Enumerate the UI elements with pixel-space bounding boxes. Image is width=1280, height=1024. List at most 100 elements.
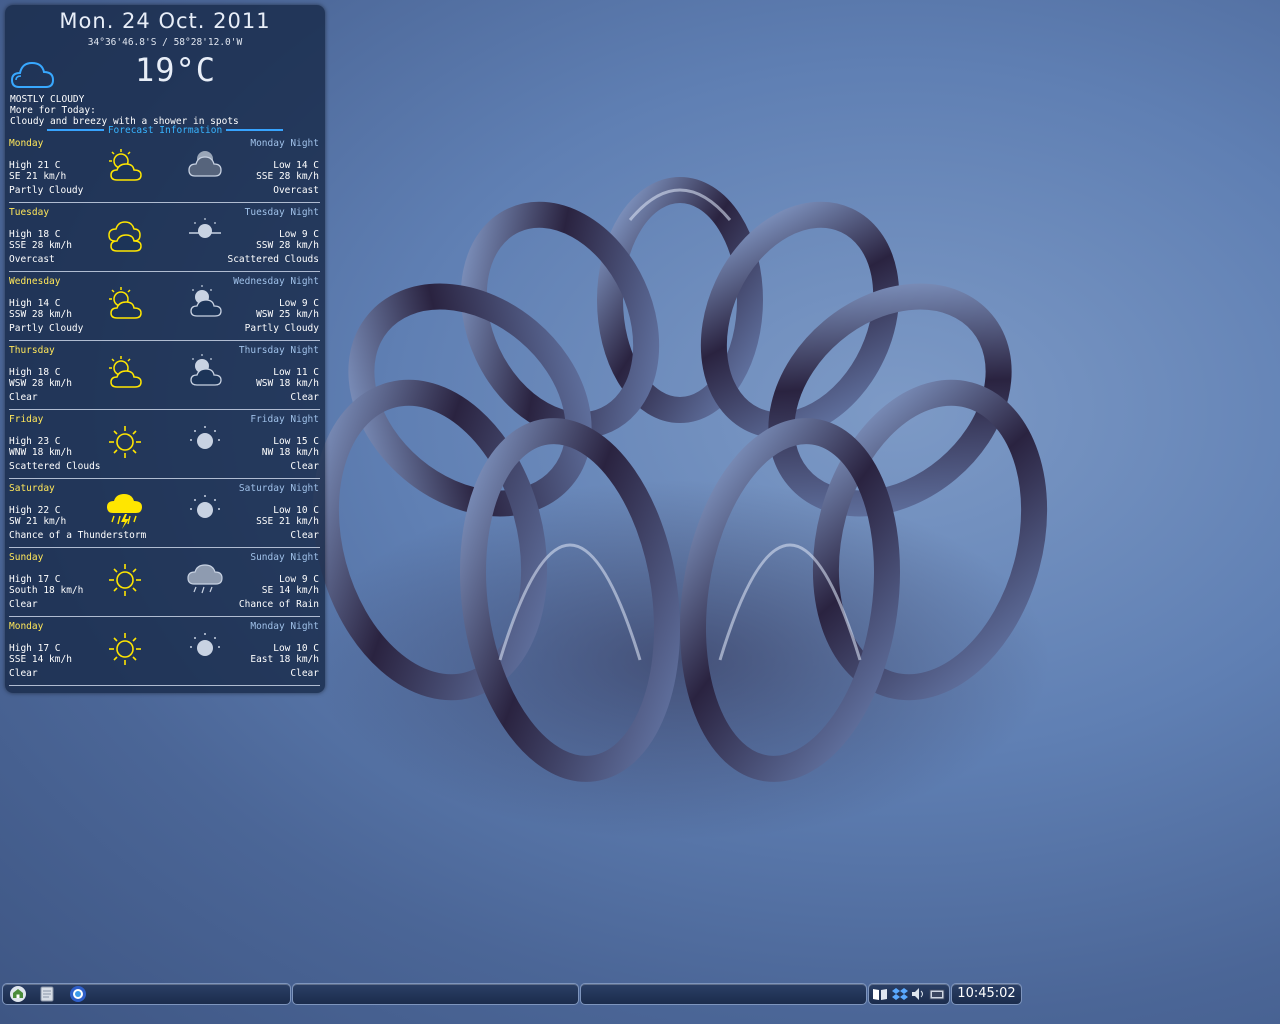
night-low: Low 10 C: [273, 505, 319, 516]
night-low: Low 9 C: [278, 298, 319, 309]
day-wind: WSW 28 km/h: [9, 378, 72, 389]
forecast-day: Tuesday Tuesday Night High 18 C SSE 28 km/h…: [5, 203, 325, 272]
dropbox-icon[interactable]: [892, 986, 908, 1002]
night-partly-cloudy-icon: [185, 351, 225, 391]
forecast-day: Monday Monday Night High 21 C SE 21 km/h Par…: [5, 134, 325, 203]
day-high: High 21 C: [9, 160, 61, 171]
day-name: Saturday: [9, 483, 55, 494]
night-wind: SSW 28 km/h: [256, 240, 319, 251]
night-condition: Clear: [290, 530, 319, 541]
date-heading: Mon. 24 Oct. 2011: [59, 9, 271, 33]
forecast-day: Saturday Saturday Night High 22 C SW 21 km/…: [5, 479, 325, 548]
night-name: Monday Night: [250, 621, 319, 632]
network-icon[interactable]: [929, 986, 945, 1002]
night-condition: Chance of Rain: [238, 599, 319, 610]
forecast-day: Friday Friday Night High 23 C WNW 18 km/h Sc…: [5, 410, 325, 479]
night-wind: WSW 18 km/h: [256, 378, 319, 389]
night-wind: East 18 km/h: [250, 654, 319, 665]
night-low: Low 9 C: [278, 574, 319, 585]
day-wind: SSE 14 km/h: [9, 654, 72, 665]
forecast-day: Sunday Sunday Night High 17 C South 18 km/h…: [5, 548, 325, 617]
coordinates: 34°36'46.8'S / 58°28'12.0'W: [87, 37, 243, 48]
day-high: High 22 C: [9, 505, 61, 516]
day-wind: SSW 28 km/h: [9, 309, 72, 320]
dictionary-icon[interactable]: [872, 986, 888, 1002]
day-name: Tuesday: [9, 207, 50, 218]
day-high: High 17 C: [9, 574, 61, 585]
task-panel[interactable]: [292, 983, 579, 1005]
night-condition: Overcast: [273, 185, 319, 196]
day-condition: Scattered Clouds: [9, 461, 101, 472]
night-scattered-clouds-icon: [185, 213, 225, 253]
weather-widget: Mon. 24 Oct. 2011 34°36'46.8'S / 58°28'1…: [5, 5, 325, 693]
partly-cloudy-icon: [105, 353, 145, 393]
day-condition: Partly Cloudy: [9, 323, 84, 334]
moon-icon: [185, 420, 225, 460]
sun-icon: [105, 422, 145, 462]
cloudy-icon: [10, 61, 55, 88]
night-wind: SSE 21 km/h: [256, 516, 319, 527]
partly-cloudy-icon: [105, 284, 145, 324]
day-wind: WNW 18 km/h: [9, 447, 72, 458]
day-high: High 23 C: [9, 436, 61, 447]
night-condition: Partly Cloudy: [244, 323, 319, 334]
task-panel[interactable]: [580, 983, 867, 1005]
day-name: Sunday: [9, 552, 44, 563]
day-condition: Overcast: [9, 254, 55, 265]
day-condition: Clear: [9, 599, 38, 610]
night-name: Tuesday Night: [244, 207, 319, 218]
home-folder-icon[interactable]: [9, 985, 27, 1003]
wallpaper-sculpture: [310, 177, 1050, 840]
cloudy-icon: [105, 215, 145, 255]
forecast-day: Thursday Thursday Night High 18 C WSW 28 km…: [5, 341, 325, 410]
forecast-day: Monday Monday Night High 17 C SSE 14 km/h Cl…: [5, 617, 325, 686]
night-name: Sunday Night: [250, 552, 319, 563]
night-wind: NW 18 km/h: [261, 447, 319, 458]
day-condition: Chance of a Thunderstorm: [9, 530, 147, 541]
night-low: Low 9 C: [278, 229, 319, 240]
system-tray: [868, 983, 950, 1005]
night-low: Low 11 C: [273, 367, 319, 378]
day-name: Thursday: [9, 345, 55, 356]
night-name: Monday Night: [250, 138, 319, 149]
launcher-panel: [2, 983, 291, 1005]
night-low: Low 10 C: [273, 643, 319, 654]
browser-icon[interactable]: [69, 985, 87, 1003]
day-wind: South 18 km/h: [9, 585, 84, 596]
day-name: Monday: [9, 138, 44, 149]
day-high: High 18 C: [9, 367, 61, 378]
current-condition: MOSTLY CLOUDY: [10, 94, 85, 105]
night-overcast-icon: [185, 144, 225, 184]
more-for-today-label: More for Today:: [10, 105, 96, 116]
day-name: Wednesday: [9, 276, 61, 287]
notes-icon[interactable]: [38, 985, 56, 1003]
day-name: Friday: [9, 414, 44, 425]
current-temperature: 19°C: [135, 51, 217, 89]
divider: [9, 685, 320, 686]
night-partly-cloudy-icon: [185, 282, 225, 322]
night-name: Wednesday Night: [233, 276, 319, 287]
night-wind: SE 14 km/h: [261, 585, 319, 596]
night-wind: SSE 28 km/h: [256, 171, 319, 182]
night-condition: Clear: [290, 461, 319, 472]
thunderstorm-icon: [105, 491, 145, 531]
day-condition: Partly Cloudy: [9, 185, 84, 196]
night-low: Low 14 C: [273, 160, 319, 171]
night-condition: Scattered Clouds: [227, 254, 319, 265]
clock-panel[interactable]: 10:45:02: [951, 983, 1022, 1005]
day-condition: Clear: [9, 668, 38, 679]
forecast-day: Wednesday Wednesday Night High 14 C SSW 28 …: [5, 272, 325, 341]
volume-icon[interactable]: [910, 986, 926, 1002]
day-name: Monday: [9, 621, 44, 632]
moon-icon: [185, 489, 225, 529]
moon-icon: [185, 627, 225, 667]
day-wind: SE 21 km/h: [9, 171, 67, 182]
night-name: Saturday Night: [238, 483, 319, 494]
sun-icon: [105, 560, 145, 600]
night-name: Thursday Night: [238, 345, 319, 356]
clock: 10:45:02: [957, 986, 1016, 1001]
partly-cloudy-icon: [105, 146, 145, 186]
day-condition: Clear: [9, 392, 38, 403]
sun-icon: [105, 629, 145, 669]
night-condition: Clear: [290, 392, 319, 403]
